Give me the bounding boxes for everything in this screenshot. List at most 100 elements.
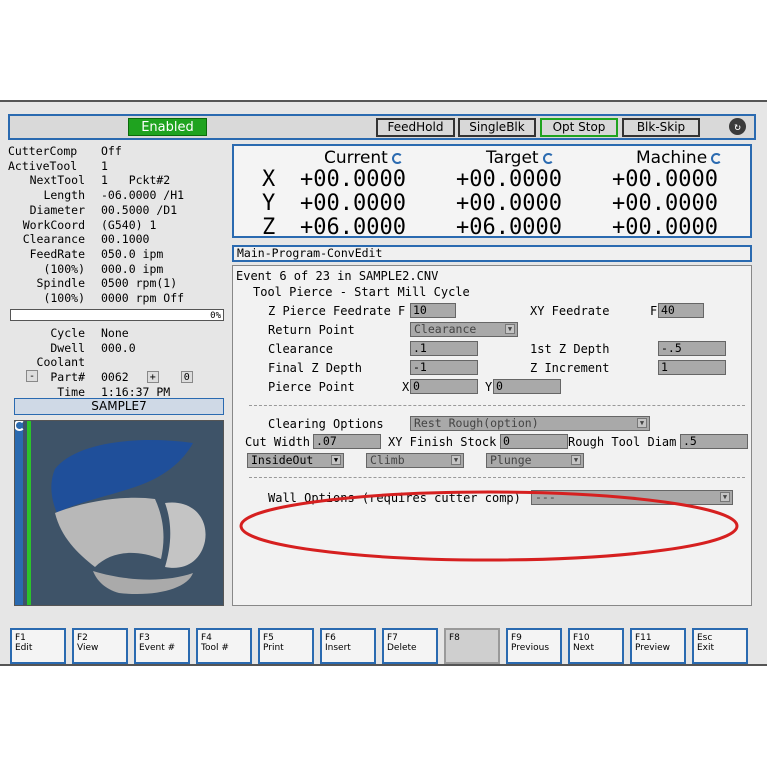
info-label: FeedRate [29, 246, 85, 261]
info-label: (100%) [43, 291, 85, 306]
info-value: Off [101, 144, 122, 158]
machine-y: +00.0000 [612, 191, 718, 216]
f11-preview-key[interactable]: F11 Preview [630, 628, 686, 664]
chevron-down-icon: ▼ [451, 455, 461, 465]
part-decrement-button[interactable]: - [26, 370, 38, 383]
part-increment-button[interactable]: + [146, 371, 159, 384]
pierce-y-prefix: Y [485, 380, 493, 394]
part-reset-button[interactable]: 0 [180, 371, 193, 384]
info-row: FeedRate 050.0 ipm [8, 247, 226, 262]
target-z: +06.0000 [456, 215, 562, 240]
f8-key[interactable]: F8 [444, 628, 500, 664]
info-value: 1 Pckt#2 [101, 173, 171, 188]
f1-edit-key[interactable]: F1 Edit [10, 628, 66, 664]
info-row: (100%) 0000 rpm Off [8, 291, 226, 306]
dro-header-current: Current [324, 148, 403, 168]
refresh-current-icon[interactable] [391, 152, 403, 164]
dro-header-machine: Machine [636, 148, 723, 168]
return-point-label: Return Point [268, 323, 355, 337]
info-row: (100%) 000.0 ipm [8, 262, 226, 277]
f3-event-key[interactable]: F3 Event # [134, 628, 190, 664]
f5-print-key[interactable]: F5 Print [258, 628, 314, 664]
cycle-title: Tool Pierce - Start Mill Cycle [253, 285, 470, 299]
f4-tool-key[interactable]: F4 Tool # [196, 628, 252, 664]
clearance-label: Clearance [268, 342, 334, 356]
target-y: +00.0000 [456, 191, 562, 216]
info-row: CutterComp Off [8, 144, 226, 159]
rough-tool-diam-label: Rough Tool Diam [568, 435, 677, 449]
section-divider [249, 477, 745, 478]
info-label: CutterComp [8, 144, 78, 158]
opt-stop-button[interactable]: Opt Stop [540, 118, 618, 137]
refresh-machine-icon[interactable] [711, 152, 723, 164]
refresh-target-icon[interactable] [542, 152, 554, 164]
xy-finish-stock-label: XY Finish Stock [388, 435, 497, 449]
blk-skip-button[interactable]: Blk-Skip [622, 118, 700, 137]
axis-x-label: X [262, 167, 276, 192]
cut-type-select[interactable]: Climb ▼ [366, 453, 464, 468]
cnc-control-screen: Enabled FeedHold SingleBlk Opt Stop Blk-… [0, 100, 767, 666]
refresh-icon[interactable]: ↻ [729, 118, 746, 135]
info-value: 0000 rpm Off [101, 291, 185, 306]
event-line: Event 6 of 23 in SAMPLE2.CNV [236, 269, 439, 283]
first-z-depth-input[interactable]: -.5 [658, 341, 726, 356]
dwell-value: 000.0 [101, 340, 136, 355]
f6-insert-key[interactable]: F6 Insert [320, 628, 376, 664]
return-point-select[interactable]: Clearance ▼ [410, 322, 518, 337]
toolpath-preview [14, 420, 224, 606]
clearance-input[interactable]: .1 [410, 341, 478, 356]
feedhold-button[interactable]: FeedHold [376, 118, 455, 137]
final-z-depth-label: Final Z Depth [268, 361, 362, 375]
cycle-status-panel: Cycle None Dwell 000.0 Coolant - Part# 006… [8, 326, 226, 400]
final-z-depth-input[interactable]: -1 [410, 360, 478, 375]
z-increment-input[interactable]: 1 [658, 360, 726, 375]
f9-previous-key[interactable]: F9 Previous [506, 628, 562, 664]
first-z-depth-label: 1st Z Depth [530, 342, 610, 356]
info-label: Clearance [22, 232, 85, 247]
info-row: NextTool 1 Pckt#2 [8, 173, 226, 188]
info-row: WorkCoord (G540) 1 [8, 218, 226, 233]
cycle-label: Cycle [50, 326, 85, 340]
cut-width-input[interactable]: .07 [313, 434, 381, 449]
f7-delete-key[interactable]: F7 Delete [382, 628, 438, 664]
info-label: Diameter [29, 202, 85, 217]
current-y: +00.0000 [300, 191, 406, 216]
cycle-value: None [101, 326, 129, 340]
position-readout: Current Target Machine X Y Z +00.0000 +0… [232, 144, 752, 240]
chevron-down-icon: ▼ [571, 455, 581, 465]
entry-type-select[interactable]: Plunge ▼ [486, 453, 584, 468]
info-label: Spindle [36, 276, 85, 291]
machine-status-panel: CutterComp Off ActiveTool 1 NextTool 1 Pckt… [8, 144, 226, 306]
target-x: +00.0000 [456, 167, 562, 192]
preview-graphic [15, 421, 206, 605]
f2-view-key[interactable]: F2 View [72, 628, 128, 664]
rough-tool-diam-input[interactable]: .5 [680, 434, 748, 449]
esc-exit-key[interactable]: Esc Exit [692, 628, 748, 664]
info-value: 1 [101, 158, 108, 173]
singleblk-button[interactable]: SingleBlk [458, 118, 536, 137]
dro-header-target: Target [486, 148, 554, 168]
preview-refresh-icon[interactable] [15, 421, 25, 431]
direction-select[interactable]: InsideOut ▼ [247, 453, 344, 468]
xy-finish-stock-input[interactable]: 0 [500, 434, 568, 449]
chevron-down-icon: ▼ [331, 455, 341, 465]
machine-z: +00.0000 [612, 215, 718, 240]
highlight-ellipse [239, 490, 739, 562]
coolant-label: Coolant [36, 355, 85, 370]
machine-x: +00.0000 [612, 167, 718, 192]
xy-feedrate-input[interactable]: 40 [658, 303, 704, 318]
pierce-y-input[interactable]: 0 [493, 379, 561, 394]
cut-width-label: Cut Width [245, 435, 311, 449]
clearing-options-label: Clearing Options [268, 417, 384, 431]
f10-next-key[interactable]: F10 Next [568, 628, 624, 664]
info-value: 00.5000 /D1 [101, 202, 178, 217]
pierce-x-input[interactable]: 0 [410, 379, 478, 394]
xy-feedrate-label: XY Feedrate [530, 304, 610, 318]
xy-feedrate-prefix: F [650, 304, 658, 318]
dwell-label: Dwell [50, 340, 85, 355]
z-pierce-feedrate-input[interactable]: 10 [410, 303, 456, 318]
info-value: 0500 rpm(1) [101, 276, 178, 291]
clearing-options-select[interactable]: Rest Rough(option) ▼ [410, 416, 650, 431]
program-name: SAMPLE7 [14, 398, 224, 415]
chevron-down-icon: ▼ [505, 324, 515, 334]
